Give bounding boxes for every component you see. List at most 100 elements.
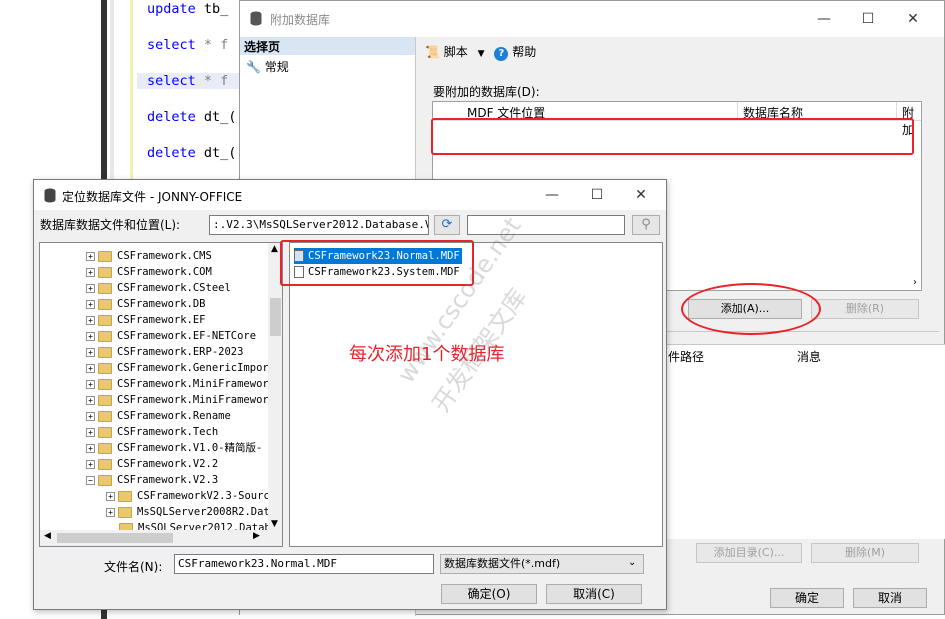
tree-item[interactable]: + CSFramework.COM (86, 264, 212, 280)
filename-field[interactable]: CSFramework23.Normal.MDF (174, 554, 434, 574)
col-file-path: 件路径 (668, 350, 705, 364)
highlight-box (280, 240, 474, 286)
folder-icon (98, 346, 112, 358)
expand-icon[interactable]: + (86, 459, 95, 469)
locate-ok-button[interactable]: 确定(O) (441, 584, 537, 604)
tree-item[interactable]: + CSFramework.CSteel (86, 280, 231, 296)
folder-icon (98, 410, 112, 422)
close-button[interactable]: ✕ (903, 9, 923, 29)
attach-title: 附加数据库 (270, 13, 331, 27)
help-icon: ? (494, 47, 509, 61)
search-button[interactable]: ⚲ (632, 215, 660, 235)
folder-icon (98, 266, 112, 278)
expand-icon[interactable]: + (86, 443, 95, 453)
expand-icon[interactable]: + (86, 283, 95, 293)
folder-icon (98, 394, 112, 406)
tree-item[interactable]: + CSFramework.V1.0-精简版- (86, 440, 262, 456)
tree-item[interactable]: + CSFramework.EF-NETCore (86, 328, 256, 344)
scroll-right-icon[interactable]: › (913, 277, 917, 288)
tree-item[interactable]: + CSFramework.Tech (86, 424, 218, 440)
details-grid[interactable]: 件路径 消息 (661, 344, 945, 539)
sql-editor[interactable]: update tb_ select * f select * f delete … (0, 0, 245, 619)
editor-line: update tb_ (147, 1, 229, 17)
maximize-button[interactable]: ☐ (587, 185, 607, 205)
close-button[interactable]: ✕ (631, 185, 651, 205)
tree-vscroll-thumb[interactable] (270, 298, 281, 336)
add-catalog-button[interactable]: 添加目录(C)... (696, 543, 802, 563)
expand-icon[interactable]: + (86, 363, 95, 373)
minimize-button[interactable]: — (814, 9, 834, 29)
page-general-label: 常规 (264, 60, 289, 74)
expand-icon[interactable]: + (86, 347, 95, 357)
locate-titlebar[interactable]: 定位数据库文件 - JONNY-OFFICE — ☐ ✕ (34, 180, 666, 210)
page-general[interactable]: 🔧 常规 (240, 55, 415, 78)
editor-line: delete dt_( (147, 109, 237, 125)
filetype-select[interactable]: 数据库数据文件(*.mdf) (440, 554, 644, 574)
expand-icon[interactable]: + (86, 395, 95, 405)
tree-item[interactable]: + CSFramework.GenericImport (86, 360, 275, 376)
tree-item[interactable]: + CSFramework.ERP-2023 (86, 344, 243, 360)
help-button[interactable]: ? 帮助 (494, 45, 536, 61)
tree-item[interactable]: + CSFramework.CMS (86, 248, 212, 264)
collapse-icon[interactable]: − (86, 475, 95, 485)
folder-icon (118, 506, 132, 518)
ok-button[interactable]: 确定 (770, 588, 844, 608)
scroll-left-icon[interactable]: ◀ (44, 531, 51, 541)
script-button[interactable]: 📜 脚本 ▼ (425, 45, 488, 59)
editor-margin (130, 0, 133, 185)
locate-cancel-button[interactable]: 取消(C) (546, 584, 642, 604)
expand-icon[interactable]: + (86, 411, 95, 421)
refresh-button[interactable]: ⟳ (434, 215, 460, 235)
expand-icon[interactable]: + (86, 315, 95, 325)
folder-icon (98, 314, 112, 326)
expand-icon[interactable]: + (86, 251, 95, 261)
database-icon (44, 188, 56, 206)
tree-item[interactable]: + MsSQLServer2008R2.Data (106, 504, 276, 520)
tree-item[interactable]: + CSFramework.EF (86, 312, 206, 328)
path-field[interactable]: :.V2.3\MsSQLServer2012.Database.V2.3 (209, 215, 429, 235)
attach-titlebar[interactable]: 附加数据库 — ☐ ✕ (240, 1, 944, 37)
expand-icon[interactable]: + (86, 299, 95, 309)
locate-title: 定位数据库文件 - JONNY-OFFICE (62, 190, 243, 204)
tree-item[interactable]: + CSFramework.MiniFramework (86, 392, 275, 408)
scroll-up-icon[interactable]: ▲ (271, 244, 278, 254)
folder-icon (98, 474, 112, 486)
folder-icon (98, 426, 112, 438)
maximize-button[interactable]: ☐ (858, 9, 878, 29)
expand-icon[interactable]: + (106, 491, 115, 501)
tree-hscroll-thumb[interactable] (57, 533, 173, 543)
expand-icon[interactable]: + (86, 331, 95, 341)
attach-toolbar: 📜 脚本 ▼ ? 帮助 (425, 43, 536, 61)
expand-icon[interactable]: + (86, 427, 95, 437)
expand-icon[interactable]: + (106, 507, 115, 517)
tree-hscrollbar[interactable]: ◀ ▶ (40, 530, 282, 546)
folder-icon (118, 490, 132, 502)
folder-icon (98, 362, 112, 374)
expand-icon[interactable]: + (86, 267, 95, 277)
tree-item[interactable]: + CSFrameworkV2.3-Source (106, 488, 276, 504)
chevron-down-icon[interactable]: ⌄ (628, 557, 636, 568)
search-icon: ⚲ (641, 217, 651, 232)
scroll-right-icon[interactable]: ▶ (253, 531, 260, 541)
highlight-box (431, 118, 914, 155)
folder-tree[interactable]: + CSFramework.CMS + CSFramework.COM + CSFra… (39, 242, 283, 547)
editor-line: delete dt_( (147, 145, 237, 161)
folder-icon (98, 458, 112, 470)
folder-icon (98, 298, 112, 310)
tree-item[interactable]: + CSFramework.DB (86, 296, 206, 312)
select-page-header: 选择页 (240, 37, 415, 55)
col-message: 消息 (797, 350, 822, 364)
tree-vscrollbar[interactable]: ▲ ▼ (268, 243, 282, 530)
section-divider (661, 331, 939, 332)
tree-item[interactable]: + CSFramework.MiniFramework (86, 376, 275, 392)
expand-icon[interactable]: + (86, 379, 95, 389)
delete-catalog-button[interactable]: 删除(M) (811, 543, 919, 563)
minimize-button[interactable]: — (542, 185, 562, 205)
cancel-button[interactable]: 取消 (853, 588, 927, 608)
remove-database-button[interactable]: 删除(R) (811, 299, 919, 319)
scroll-down-icon[interactable]: ▼ (271, 519, 278, 529)
wrench-icon: 🔧 (246, 60, 261, 74)
tree-item[interactable]: − CSFramework.V2.3 (86, 472, 218, 488)
tree-item[interactable]: + CSFramework.V2.2 (86, 456, 218, 472)
tree-item[interactable]: + CSFramework.Rename (86, 408, 231, 424)
